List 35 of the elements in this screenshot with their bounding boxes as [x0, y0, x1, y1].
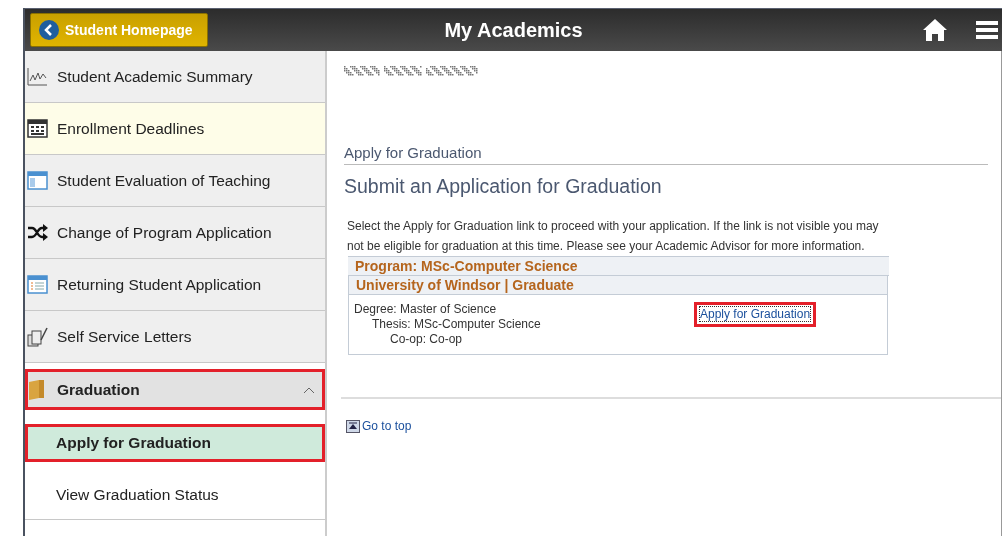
sidebar-label: Student Evaluation of Teaching: [57, 171, 271, 190]
sidebar-item[interactable]: Change of Program Application: [25, 207, 325, 259]
sidebar-item[interactable]: Enrollment Deadlines: [25, 103, 325, 155]
degree-detail: Co-op: Co-op: [389, 332, 464, 347]
list-window-icon: [27, 273, 49, 296]
degree-detail: Degree: Master of Science: [354, 302, 498, 317]
sidebar-label: Graduation: [57, 380, 140, 399]
apply-link[interactable]: Apply for Graduation: [700, 307, 811, 321]
calendar-icon: [27, 117, 49, 140]
shuffle-icon: [27, 221, 49, 244]
window-icon: [27, 169, 49, 192]
career-heading: University of Windsor | Graduate: [349, 276, 887, 295]
sidebar-subitem[interactable]: Apply for Graduation: [25, 424, 325, 462]
sidebar-group-header[interactable]: Graduation: [25, 369, 325, 410]
chart-icon: [27, 65, 49, 88]
sidebar-label: Student Academic Summary: [57, 67, 253, 86]
sidebar-label: Change of Program Application: [57, 223, 272, 242]
page-title: My Academics: [444, 18, 583, 42]
back-icon: [39, 20, 59, 40]
letters-icon: [27, 325, 49, 348]
sidebar-label: Enrollment Deadlines: [57, 119, 205, 138]
section-title: Apply for Graduation: [344, 144, 988, 165]
degree-detail: Thesis: MSc-Computer Science: [371, 317, 542, 332]
sidebar-label: Self Service Letters: [57, 327, 192, 346]
sidebar-item[interactable]: Returning Student Application: [25, 259, 325, 311]
go-to-top-link[interactable]: Go to top: [362, 419, 412, 433]
menu-icon[interactable]: [976, 20, 998, 40]
sidebar-item[interactable]: Self Service Letters: [25, 311, 325, 363]
instructions-text: Select the Apply for Graduation link to proceed with your application. If the link is not visible you may not be eligible for graduation at this time. Please see your Academic Advisor for more information.: [347, 218, 880, 255]
program-heading: Program: MSc-Computer Science: [348, 256, 889, 276]
home-icon[interactable]: [922, 18, 948, 42]
sidebar-label: Returning Student Application: [57, 275, 262, 294]
sidebar-item[interactable]: Student Evaluation of Teaching: [25, 155, 325, 207]
sidebar-item[interactable]: Student Academic Summary: [25, 51, 325, 103]
page-heading: Submit an Application for Graduation: [344, 175, 663, 198]
